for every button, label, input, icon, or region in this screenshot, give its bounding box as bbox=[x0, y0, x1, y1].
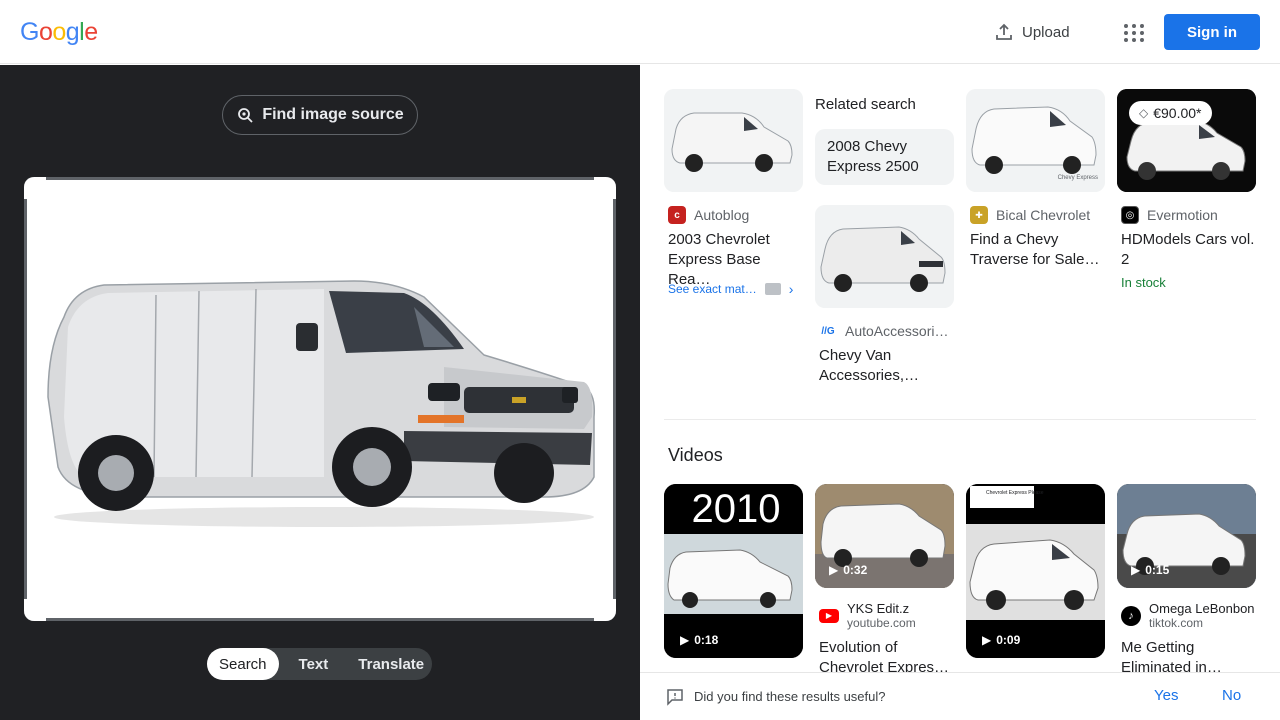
logo-letter: G bbox=[20, 18, 39, 46]
stock-status: In stock bbox=[1121, 275, 1166, 290]
logo-letter: o bbox=[38, 18, 53, 46]
result-title[interactable]: HDModels Cars vol. 2 bbox=[1121, 230, 1256, 270]
query-image-crop[interactable] bbox=[24, 177, 616, 621]
crop-handle[interactable] bbox=[24, 177, 46, 199]
video-overlay-text: 2010 bbox=[692, 487, 781, 531]
image-query-panel: Find image source Search Text Translate bbox=[0, 65, 640, 720]
duration-value: 0:09 bbox=[996, 633, 1021, 647]
feedback-icon bbox=[667, 689, 683, 706]
feedback-yes-button[interactable]: Yes bbox=[1154, 687, 1178, 704]
see-exact-label: See exact mat… bbox=[668, 282, 757, 296]
video-duration: ▶ 0:18 bbox=[680, 633, 718, 647]
video-thumbnail[interactable]: ▶ 0:15 bbox=[1117, 484, 1256, 588]
google-logo[interactable]: Google bbox=[20, 18, 98, 47]
video-domain: tiktok.com bbox=[1149, 616, 1204, 630]
thumb-caption: Chevy Express bbox=[1058, 175, 1098, 181]
upload-label: Upload bbox=[1022, 23, 1070, 41]
result-source[interactable]: c Autoblog bbox=[668, 206, 749, 224]
google-apps-button[interactable] bbox=[1116, 16, 1148, 48]
van-thumbnail-image: Chevy Express bbox=[966, 89, 1105, 192]
duration-value: 0:18 bbox=[694, 633, 719, 647]
exact-match-icon bbox=[764, 283, 781, 295]
autoaccessories-icon: //G bbox=[819, 322, 837, 340]
related-search-chip[interactable]: 2008 Chevy Express 2500 bbox=[815, 129, 954, 185]
crop-handle[interactable] bbox=[24, 599, 46, 621]
upload-icon bbox=[996, 23, 1012, 40]
tab-text[interactable]: Text bbox=[279, 648, 345, 680]
result-thumbnail[interactable]: Chevy Express bbox=[966, 89, 1105, 192]
van-thumbnail-image bbox=[664, 89, 803, 192]
video-frame-image: 2010 bbox=[664, 484, 803, 658]
result-title[interactable]: Find a Chevy Traverse for Sale… bbox=[970, 230, 1102, 270]
crop-handle[interactable] bbox=[594, 177, 616, 199]
source-name: AutoAccessori… bbox=[845, 323, 949, 339]
result-thumbnail[interactable] bbox=[664, 89, 803, 192]
video-source[interactable]: ▶ YKS Edit.z youtube.com bbox=[819, 601, 916, 630]
video-frame-image: Chevrolet Express Please bbox=[966, 484, 1105, 658]
result-thumbnail[interactable]: ◇ €90.00* bbox=[1117, 89, 1256, 192]
duration-value: 0:15 bbox=[1145, 563, 1170, 577]
see-exact-matches-link[interactable]: See exact mat… › bbox=[668, 281, 793, 297]
play-icon: ▶ bbox=[1131, 563, 1141, 577]
tab-translate[interactable]: Translate bbox=[344, 648, 436, 680]
result-source[interactable]: //G AutoAccessori… bbox=[819, 322, 948, 340]
play-icon: ▶ bbox=[680, 633, 690, 647]
find-image-source-label: Find image source bbox=[262, 106, 404, 123]
logo-letter: e bbox=[84, 18, 98, 46]
source-name: Evermotion bbox=[1147, 207, 1218, 223]
play-icon: ▶ bbox=[982, 633, 992, 647]
video-duration: ▶ 0:15 bbox=[1131, 563, 1169, 577]
van-image bbox=[24, 177, 616, 621]
upload-button[interactable]: Upload bbox=[984, 14, 1080, 50]
find-image-source-button[interactable]: Find image source bbox=[222, 95, 418, 135]
tab-search[interactable]: Search bbox=[207, 648, 279, 680]
result-thumbnail[interactable] bbox=[815, 205, 954, 308]
channel-name: YKS Edit.z bbox=[847, 601, 910, 616]
logo-letter: g bbox=[65, 18, 80, 46]
feedback-bar: Did you find these results useful? Yes N… bbox=[640, 672, 1280, 720]
mode-switcher: Search Text Translate bbox=[207, 648, 432, 680]
van-thumbnail-image bbox=[815, 205, 954, 308]
feedback-question: Did you find these results useful? bbox=[694, 689, 886, 704]
result-source[interactable]: ◎ Evermotion bbox=[1121, 206, 1218, 224]
autoblog-icon: c bbox=[668, 206, 686, 224]
evermotion-icon: ◎ bbox=[1121, 206, 1139, 224]
play-icon: ▶ bbox=[829, 563, 839, 577]
price-value: €90.00* bbox=[1153, 105, 1202, 121]
duration-value: 0:32 bbox=[843, 563, 868, 577]
source-name: Bical Chevrolet bbox=[996, 207, 1091, 223]
overlay-caption: Chevrolet Express Please bbox=[986, 490, 1044, 496]
results-panel: c Autoblog 2003 Chevrolet Express Base R… bbox=[640, 65, 1280, 720]
result-title[interactable]: Chevy Van Accessories,… bbox=[819, 346, 951, 386]
chevron-right-icon: › bbox=[788, 281, 794, 297]
section-divider bbox=[664, 419, 1256, 420]
top-bar: Google Upload Sign in bbox=[0, 0, 1280, 64]
video-thumbnail[interactable]: 2010 ▶ 0:18 bbox=[664, 484, 803, 658]
tiktok-icon: ♪ bbox=[1121, 605, 1141, 626]
price-tag-icon: ◇ bbox=[1139, 106, 1149, 120]
youtube-icon: ▶ bbox=[819, 608, 839, 623]
videos-heading: Videos bbox=[668, 445, 723, 465]
related-search-label: Related search bbox=[815, 96, 916, 113]
channel-name: Omega LeBonbon bbox=[1149, 601, 1255, 616]
lens-search-icon bbox=[238, 108, 253, 123]
sign-in-button[interactable]: Sign in bbox=[1164, 14, 1260, 50]
crop-handle[interactable] bbox=[594, 599, 616, 621]
result-source[interactable]: ✚ Bical Chevrolet bbox=[970, 206, 1090, 224]
video-source[interactable]: ♪ Omega LeBonbon tiktok.com bbox=[1121, 601, 1255, 630]
video-domain: youtube.com bbox=[847, 616, 916, 630]
source-name: Autoblog bbox=[694, 207, 750, 223]
video-duration: ▶ 0:32 bbox=[829, 563, 867, 577]
price-badge: ◇ €90.00* bbox=[1129, 101, 1212, 125]
logo-letter: o bbox=[52, 18, 66, 46]
chevrolet-bowtie-icon: ✚ bbox=[970, 206, 988, 224]
feedback-no-button[interactable]: No bbox=[1222, 687, 1241, 704]
video-thumbnail[interactable]: Chevrolet Express Please ▶ 0:09 bbox=[966, 484, 1105, 658]
video-duration: ▶ 0:09 bbox=[982, 633, 1020, 647]
video-thumbnail[interactable]: ▶ 0:32 bbox=[815, 484, 954, 588]
